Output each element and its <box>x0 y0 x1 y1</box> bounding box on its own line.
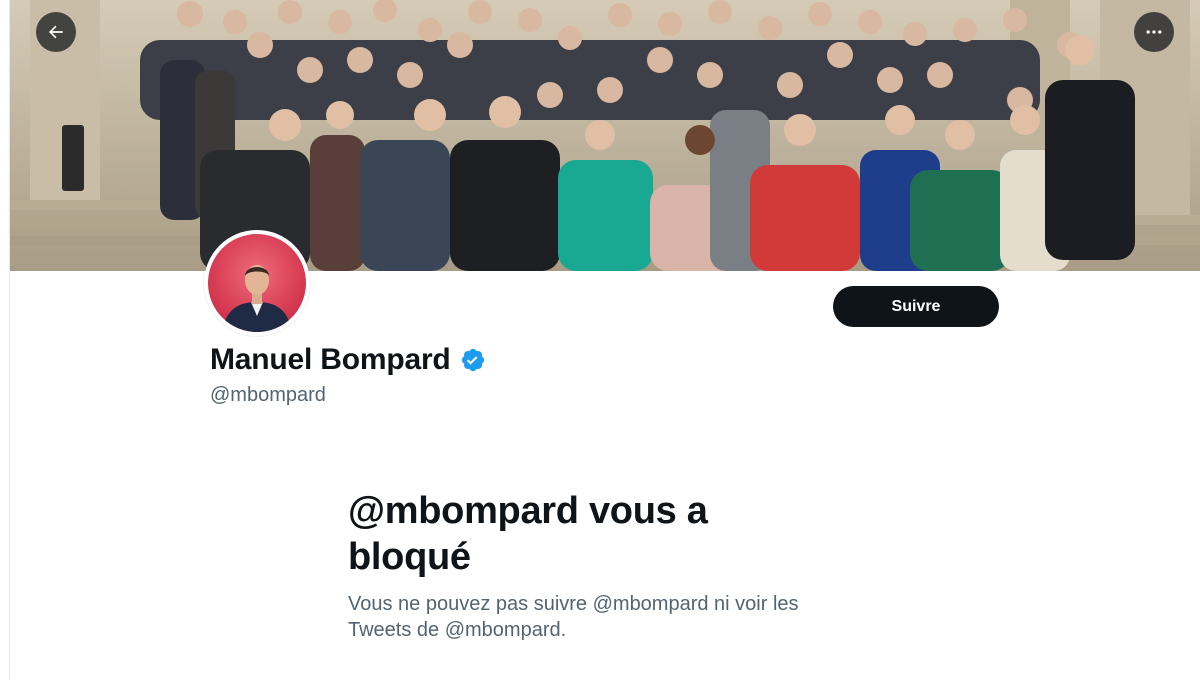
blocked-description: Vous ne pouvez pas suivre @mbompard ni v… <box>348 593 799 641</box>
back-button[interactable] <box>36 12 76 52</box>
profile-banner[interactable] <box>10 0 1200 271</box>
profile-handle: @mbompard <box>210 384 326 406</box>
more-options-button[interactable] <box>1134 12 1174 52</box>
avatar[interactable] <box>204 230 310 336</box>
avatar-photo <box>208 234 306 332</box>
verified-badge-icon <box>461 348 484 372</box>
follow-button[interactable]: Suivre <box>833 286 999 327</box>
display-name: Manuel Bompard <box>210 343 451 376</box>
banner-photo <box>10 0 1200 271</box>
profile-name-row: Manuel Bompard <box>210 343 486 377</box>
more-horizontal-icon <box>1146 30 1162 34</box>
blocked-title: @mbompard vous a bloqué <box>348 490 708 578</box>
arrow-left-icon <box>48 25 63 39</box>
profile-page: Suivre Manuel Bompard @mbompard @mbompar… <box>0 0 1200 680</box>
